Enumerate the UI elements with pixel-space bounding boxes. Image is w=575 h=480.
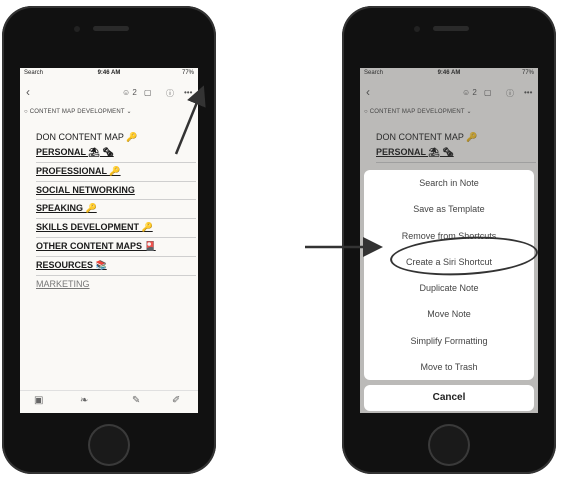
arrow-to-more-menu [174,85,206,155]
annotation-arrows [174,85,383,257]
